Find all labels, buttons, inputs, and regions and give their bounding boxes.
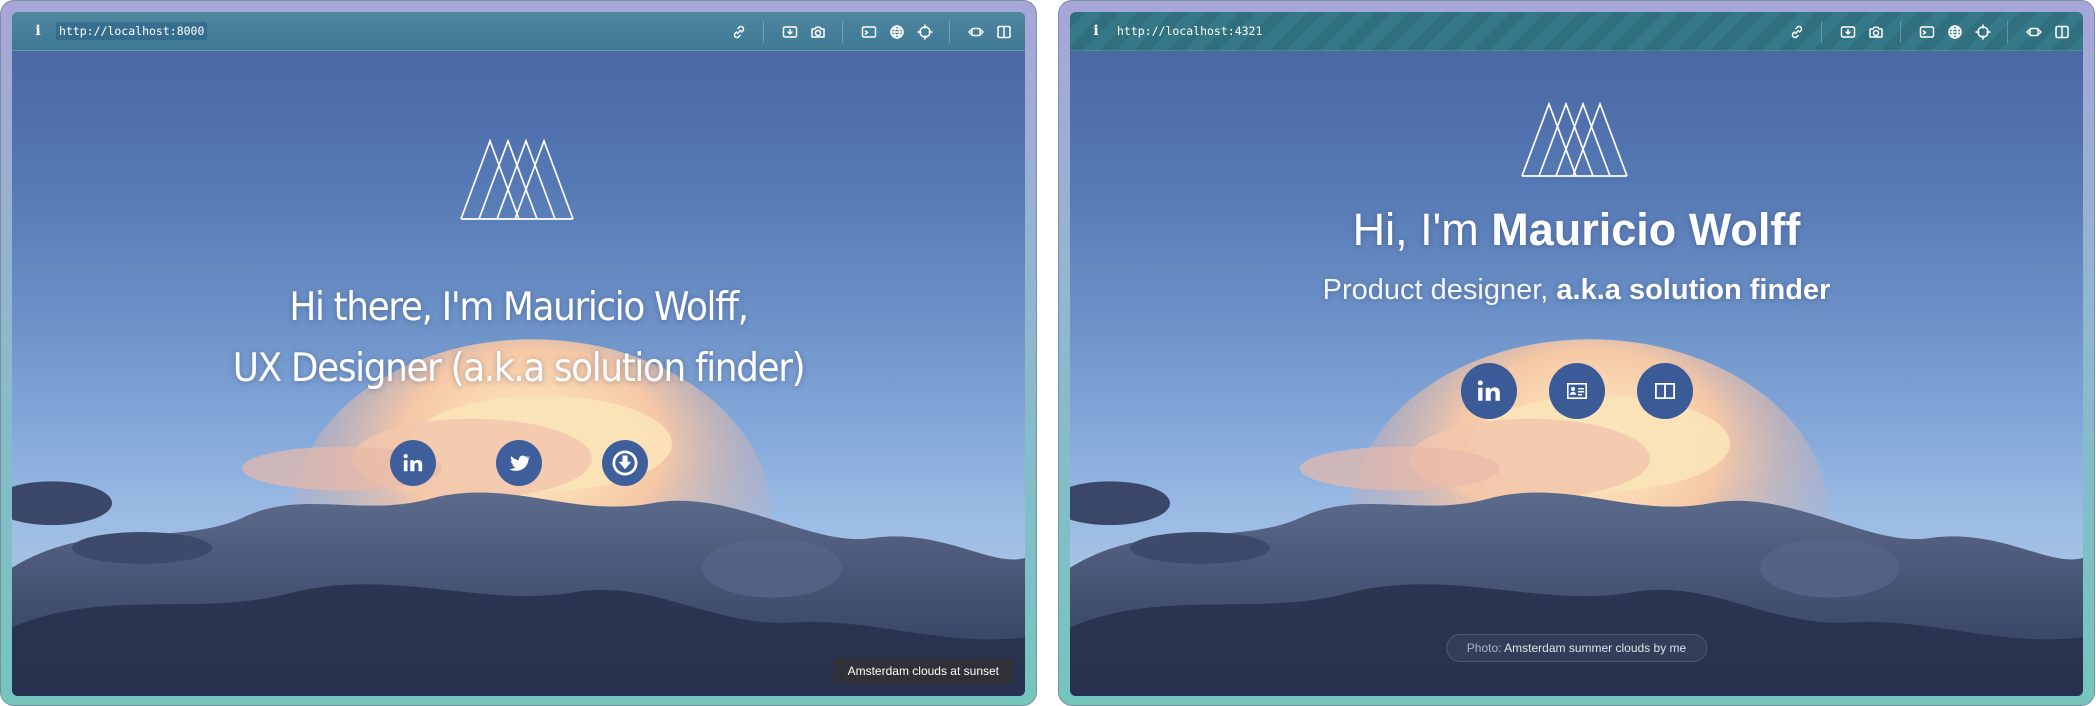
camera-icon[interactable] [807, 21, 829, 43]
toolbar-divider [2007, 20, 2008, 43]
url-field[interactable]: http://localhost:4321 [1114, 22, 1265, 40]
headline-line-2: UX Designer (a.k.a solution finder) [232, 346, 806, 391]
browser-window-right: i http://localhost:4321 Hi, I'm Mauricio… [1058, 0, 2095, 706]
globe-icon[interactable] [1944, 21, 1966, 43]
role-highlight: a.k.a solution finder [1556, 274, 1831, 306]
info-icon[interactable]: i [28, 23, 48, 39]
browser-inner: i http://localhost:4321 Hi, I'm Mauricio… [1070, 12, 2083, 696]
toolbar-divider [763, 20, 764, 43]
download-button[interactable] [601, 440, 648, 486]
info-icon[interactable]: i [1086, 23, 1106, 39]
social-links [1070, 363, 2083, 419]
logo [1520, 101, 1633, 178]
responsive-icon[interactable] [2023, 21, 2045, 43]
console-icon[interactable] [858, 21, 880, 43]
portfolio-button[interactable] [1636, 363, 1693, 419]
screenshot-icon[interactable] [779, 21, 801, 43]
toolbar-tools [722, 12, 1015, 51]
id-card-icon [1566, 383, 1587, 399]
crosshair-icon[interactable] [1972, 21, 1994, 43]
toolbar-divider [1900, 20, 1901, 43]
globe-icon[interactable] [886, 21, 908, 43]
linkedin-button[interactable] [389, 440, 436, 486]
download-icon [612, 450, 637, 476]
toolbar-divider [949, 20, 950, 43]
caption-prefix: Photo: [1466, 641, 1502, 655]
screenshot-icon[interactable] [1837, 21, 1859, 43]
crosshair-icon[interactable] [914, 21, 936, 43]
name-text: Mauricio Wolff [1491, 204, 1801, 255]
caption-text: Amsterdam summer clouds by me [1504, 641, 1687, 655]
photo-caption: Amsterdam clouds at sunset [833, 658, 1013, 684]
book-icon [1654, 383, 1675, 399]
camera-icon[interactable] [1865, 21, 1887, 43]
browser-inner: i http://localhost:8000 Hi there, I'm Ma… [12, 12, 1025, 696]
social-links [12, 440, 1025, 486]
link-icon[interactable] [1786, 21, 1808, 43]
browser-toolbar: i http://localhost:4321 [1070, 12, 2083, 51]
toolbar-divider [842, 20, 843, 43]
responsive-icon[interactable] [965, 21, 987, 43]
role-text: Product designer, [1322, 274, 1549, 306]
browser-window-left: i http://localhost:8000 Hi there, I'm Ma… [0, 0, 1037, 706]
link-icon[interactable] [728, 21, 750, 43]
greeting-text: Hi, I'm [1352, 204, 1479, 255]
sidebar-icon[interactable] [2051, 21, 2073, 43]
hero-subtitle: Product designer, a.k.a solution finder [1070, 272, 2083, 308]
console-icon[interactable] [1916, 21, 1938, 43]
hero-headline: Hi there, I'm Mauricio Wolff, UX Designe… [53, 277, 985, 399]
twitter-button[interactable] [495, 440, 542, 486]
hero-headline: Hi, I'm Mauricio Wolff [1070, 203, 2083, 257]
caption-text: Amsterdam clouds at sunset [847, 664, 999, 678]
linkedin-icon [1477, 380, 1500, 401]
headline-line-1: Hi there, I'm Mauricio Wolff, [289, 285, 749, 330]
resume-button[interactable] [1548, 363, 1605, 419]
sidebar-icon[interactable] [993, 21, 1015, 43]
logo [459, 138, 578, 221]
browser-toolbar: i http://localhost:8000 [12, 12, 1025, 51]
toolbar-tools [1780, 12, 2073, 51]
page-viewport: Hi there, I'm Mauricio Wolff, UX Designe… [12, 51, 1025, 696]
toolbar-divider [1821, 20, 1822, 43]
twitter-icon [508, 455, 530, 471]
page-viewport: Hi, I'm Mauricio Wolff Product designer,… [1070, 51, 2083, 696]
photo-caption: Photo: Amsterdam summer clouds by me [1445, 634, 1708, 662]
url-field[interactable]: http://localhost:8000 [56, 22, 208, 40]
linkedin-icon [403, 454, 422, 472]
linkedin-button[interactable] [1460, 363, 1517, 419]
